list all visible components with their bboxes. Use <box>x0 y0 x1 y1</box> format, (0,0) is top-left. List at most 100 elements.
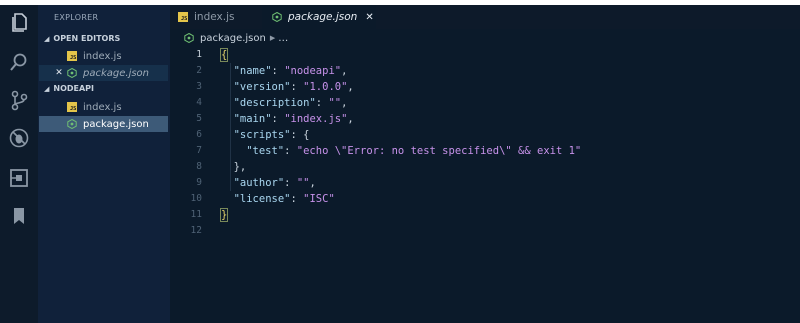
code-punctuation: { <box>303 129 310 141</box>
code-punctuation: , <box>341 65 348 77</box>
json-value: "echo \"Error: no test specified\" && ex… <box>296 145 582 157</box>
line-number: 3 <box>196 81 202 92</box>
file-label: package.json <box>83 118 149 130</box>
source-control-icon[interactable] <box>8 89 30 111</box>
line-number: 10 <box>190 193 202 204</box>
json-key: "test" <box>246 145 285 157</box>
chevron-right-icon: ▶ <box>269 34 276 42</box>
open-editor-index-js[interactable]: JS index.js <box>39 48 168 64</box>
code-text: "name": "nodeapi", <box>233 65 348 77</box>
open-editors-label: OPEN EDITORS <box>53 34 121 43</box>
json-icon <box>67 119 77 129</box>
code-line[interactable]: 6 "scripts": { <box>170 127 800 143</box>
debug-icon[interactable] <box>8 127 30 149</box>
code-text: "author": "", <box>233 177 316 189</box>
code-punctuation: { <box>219 48 229 62</box>
line-number: 4 <box>196 97 202 108</box>
line-number: 8 <box>196 161 202 172</box>
bookmark-icon[interactable] <box>8 205 30 227</box>
code-punctuation: , <box>309 177 316 189</box>
code-text: "license": "ISC" <box>233 193 335 205</box>
line-number: 5 <box>196 113 202 124</box>
code-line[interactable]: 11} <box>170 207 800 223</box>
code-line[interactable]: 4 "description": "", <box>170 95 800 111</box>
code-line[interactable]: 2 "name": "nodeapi", <box>170 63 800 79</box>
close-icon[interactable]: ✕ <box>365 12 373 23</box>
code-punctuation: , <box>341 97 348 109</box>
breadcrumb-file[interactable]: package.json <box>200 33 266 44</box>
file-index-js[interactable]: JS index.js <box>39 99 168 115</box>
json-value: "index.js" <box>284 113 348 125</box>
code-line[interactable]: 12 <box>170 223 800 239</box>
code-line[interactable]: 5 "main": "index.js", <box>170 111 800 127</box>
json-value: "ISC" <box>303 193 335 205</box>
code-line[interactable]: 1{ <box>170 47 800 63</box>
json-value: "1.0.0" <box>303 81 348 93</box>
tab-label: package.json <box>288 11 358 23</box>
project-section[interactable]: ◢ NODEAPI <box>44 84 94 93</box>
line-number: 6 <box>196 129 202 140</box>
close-icon[interactable]: ✕ <box>53 68 65 78</box>
code-punctuation: } <box>219 208 229 222</box>
activity-bar <box>0 5 38 323</box>
tab-bar: JS index.js package.json ✕ <box>170 5 800 29</box>
line-number: 7 <box>196 145 202 156</box>
code-text: { <box>219 47 229 63</box>
extensions-icon[interactable] <box>8 167 30 189</box>
line-number: 12 <box>190 225 202 236</box>
code-punctuation: }, <box>233 161 247 173</box>
open-editor-label: index.js <box>83 50 122 62</box>
json-value: "" <box>296 177 310 189</box>
json-key: "license" <box>233 193 291 205</box>
json-value: "nodeapi" <box>284 65 342 77</box>
code-editor[interactable]: 1{2 "name": "nodeapi", 3 "version": "1.0.0"… <box>170 47 800 323</box>
code-text: }, <box>234 159 247 175</box>
breadcrumb-more[interactable]: … <box>278 33 288 44</box>
code-text: "description": "", <box>233 97 348 109</box>
code-line[interactable]: 8}, <box>170 159 800 175</box>
json-icon <box>272 12 282 22</box>
explorer-title: EXPLORER <box>54 13 99 22</box>
code-line[interactable]: 7 "test": "echo \"Error: no test specifie… <box>170 143 800 159</box>
tab-package-json[interactable]: package.json ✕ <box>262 5 376 29</box>
vscode-window: EXPLORER ◢ OPEN EDITORS JS index.js ✕ pa… <box>0 5 800 323</box>
line-number: 9 <box>196 177 202 188</box>
search-icon[interactable] <box>8 51 30 73</box>
line-number: 1 <box>196 49 202 60</box>
json-key: "name" <box>233 65 272 77</box>
file-package-json[interactable]: package.json <box>39 116 168 132</box>
chevron-down-icon: ◢ <box>44 84 50 93</box>
open-editor-package-json[interactable]: ✕ package.json <box>39 65 168 81</box>
tab-label: index.js <box>194 11 235 23</box>
js-icon: JS <box>178 12 188 22</box>
json-icon <box>184 33 194 43</box>
open-editors-section[interactable]: ◢ OPEN EDITORS <box>44 34 120 43</box>
json-key: "version" <box>233 81 291 93</box>
json-key: "description" <box>233 97 316 109</box>
json-key: "author" <box>233 177 285 189</box>
json-value: "" <box>328 97 342 109</box>
explorer-sidebar: EXPLORER ◢ OPEN EDITORS JS index.js ✕ pa… <box>38 5 170 323</box>
code-line[interactable]: 3 "version": "1.0.0", <box>170 79 800 95</box>
code-line[interactable]: 10 "license": "ISC" <box>170 191 800 207</box>
tab-index-js[interactable]: JS index.js <box>170 5 264 29</box>
js-icon: JS <box>67 102 77 112</box>
project-label: NODEAPI <box>53 84 95 93</box>
code-text: "version": "1.0.0", <box>233 81 354 93</box>
breadcrumb: package.json ▶ … <box>184 31 288 45</box>
json-key: "main" <box>233 113 272 125</box>
line-number: 11 <box>190 209 202 220</box>
open-editor-label: package.json <box>83 67 150 79</box>
code-text: "scripts": { <box>233 129 310 141</box>
files-icon[interactable] <box>8 11 30 33</box>
code-text: "main": "index.js", <box>233 113 354 125</box>
line-number: 2 <box>196 65 202 76</box>
code-line[interactable]: 9 "author": "", <box>170 175 800 191</box>
code-text: "test": "echo \"Error: no test specified… <box>246 145 582 157</box>
file-label: index.js <box>83 101 122 113</box>
code-punctuation: , <box>347 81 354 93</box>
json-key: "scripts" <box>233 129 291 141</box>
code-text: } <box>219 207 229 223</box>
chevron-down-icon: ◢ <box>44 34 50 43</box>
js-icon: JS <box>67 51 77 61</box>
